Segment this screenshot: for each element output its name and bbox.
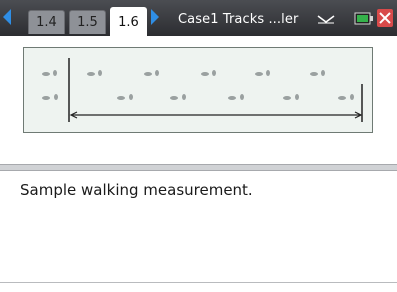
notes-text[interactable]: Sample walking measurement. [20, 181, 253, 199]
left-arrow-icon[interactable] [3, 9, 11, 25]
close-icon [379, 12, 391, 24]
footprints-image [23, 47, 373, 133]
notes-pane[interactable]: Sample walking measurement. [10, 171, 397, 282]
image-pane[interactable] [0, 36, 397, 164]
tab-1-6[interactable]: 1.6 [110, 7, 147, 36]
bottom-border [0, 282, 397, 292]
document-title[interactable]: Case1 Tracks ...ler [178, 10, 298, 30]
tab-1-4[interactable]: 1.4 [28, 10, 65, 34]
app-window: 1.4 1.5 1.6 Case1 Tracks ...ler Sample w… [0, 0, 397, 292]
footprints-icon [42, 58, 363, 122]
tab-1-5[interactable]: 1.5 [69, 10, 106, 34]
right-arrow-icon[interactable] [151, 9, 159, 25]
close-button[interactable] [377, 9, 393, 27]
pane-splitter[interactable] [0, 164, 397, 171]
tab-bar: 1.4 1.5 1.6 Case1 Tracks ...ler [0, 0, 397, 36]
battery-icon [354, 12, 373, 25]
chevron-down-icon[interactable] [316, 14, 336, 24]
